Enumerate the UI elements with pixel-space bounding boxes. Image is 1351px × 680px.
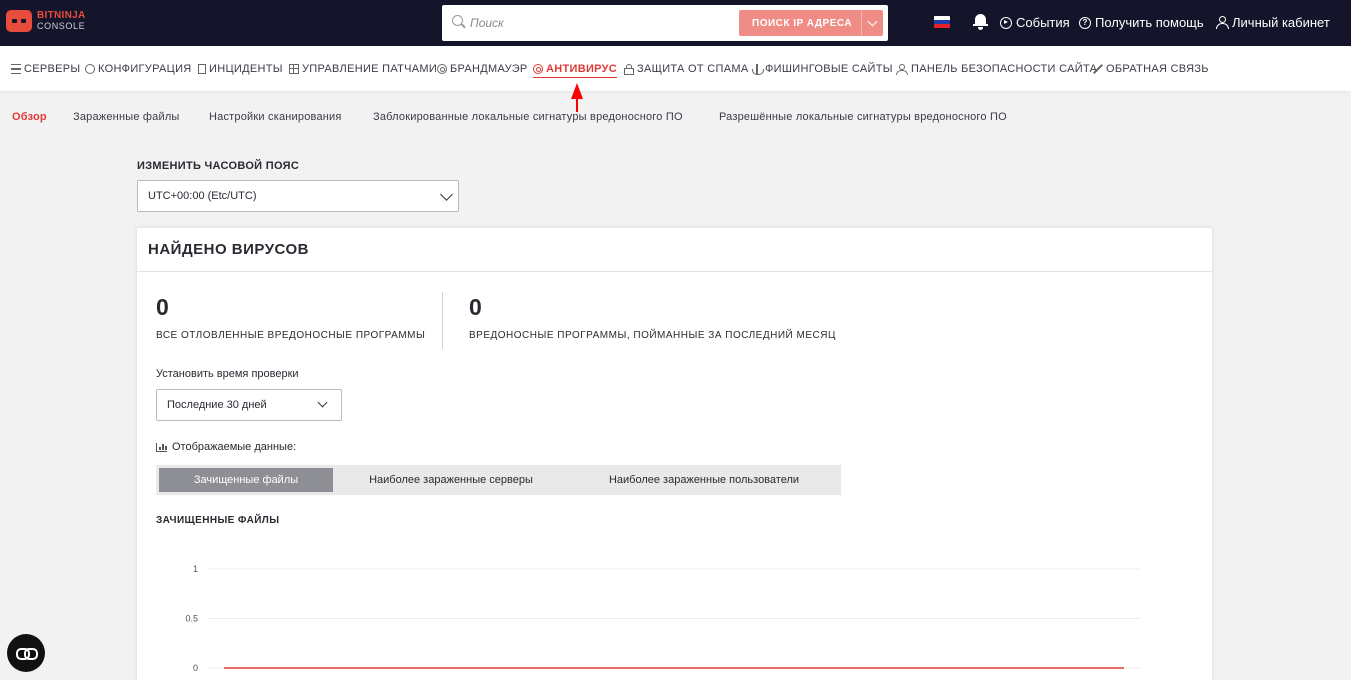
stat-value: 0 bbox=[469, 294, 482, 320]
red-arrow-annotation bbox=[571, 83, 583, 113]
chevron-down-icon bbox=[317, 397, 328, 408]
chart-title: ЗАЧИЩЕННЫЕ ФАЙЛЫ bbox=[156, 515, 280, 526]
subnav-blocked-signatures[interactable]: Заблокированные локальные сигнатуры вред… bbox=[373, 111, 683, 123]
period-value: Последние 30 дней bbox=[167, 399, 267, 411]
subnav-allowed-signatures[interactable]: Разрешённые локальные сигнатуры вредонос… bbox=[719, 111, 1007, 123]
search-icon bbox=[452, 15, 463, 26]
stat-label: ВРЕДОНОСНЫЕ ПРОГРАММЫ, ПОЙМАННЫЕ ЗА ПОСЛ… bbox=[469, 330, 836, 341]
logo-subtitle: CONSOLE bbox=[37, 21, 86, 31]
virus-icon bbox=[533, 64, 543, 74]
top-bar: BITNINJA CONSOLE ПОИСК IP АДРЕСА События… bbox=[0, 0, 1351, 46]
stat-all-malware: 0 ВСЕ ОТЛОВЛЕННЫЕ ВРЕДОНОСНЫЕ ПРОГРАММЫ bbox=[156, 294, 425, 341]
stat-last-month-malware: 0 ВРЕДОНОСНЫЕ ПРОГРАММЫ, ПОЙМАННЫЕ ЗА ПО… bbox=[469, 294, 836, 341]
question-icon: ? bbox=[1079, 16, 1091, 29]
tab-cleaned-files[interactable]: Зачищенные файлы bbox=[159, 468, 333, 492]
events-link[interactable]: События bbox=[1000, 15, 1070, 30]
search-box: ПОИСК IP АДРЕСА bbox=[442, 5, 888, 41]
firewall-icon bbox=[437, 64, 447, 74]
cleaned-files-chart: 10.5002030405060708091011121314151617181… bbox=[185, 564, 1140, 680]
chevron-down-icon bbox=[440, 188, 453, 201]
stat-label: ВСЕ ОТЛОВЛЕННЫЕ ВРЕДОНОСНЫЕ ПРОГРАММЫ bbox=[156, 330, 426, 341]
tab-most-infected-users[interactable]: Наиболее зараженные пользователи bbox=[569, 468, 839, 492]
main-navigation: СЕРВЕРЫ КОНФИГУРАЦИЯ ИНЦИДЕНТЫ УПРАВЛЕНИ… bbox=[0, 46, 1351, 91]
gear-icon bbox=[85, 64, 95, 74]
pencil-icon bbox=[1093, 64, 1103, 74]
nav-firewall[interactable]: БРАНДМАУЭР bbox=[437, 63, 528, 75]
timezone-select[interactable]: UTC+00:00 (Etc/UTC) bbox=[137, 180, 459, 212]
viruses-found-card: НАЙДЕНО ВИРУСОВ 0 ВСЕ ОТЛОВЛЕННЫЕ ВРЕДОН… bbox=[137, 228, 1212, 680]
timezone-label: ИЗМЕНИТЬ ЧАСОВОЙ ПОЯС bbox=[137, 160, 300, 172]
nav-feedback[interactable]: ОБРАТНАЯ СВЯЗЬ bbox=[1093, 63, 1209, 75]
help-link[interactable]: ? Получить помощь bbox=[1079, 15, 1204, 30]
play-circle-icon bbox=[1000, 16, 1012, 29]
account-link[interactable]: Личный кабинет bbox=[1216, 15, 1330, 30]
bar-chart-icon bbox=[156, 442, 167, 452]
ip-search-button-label: ПОИСК IP АДРЕСА bbox=[752, 17, 853, 29]
nav-site-security-panel[interactable]: ПАНЕЛЬ БЕЗОПАСНОСТИ САЙТА bbox=[896, 63, 1097, 75]
nav-configuration[interactable]: КОНФИГУРАЦИЯ bbox=[85, 63, 192, 75]
servers-icon bbox=[11, 64, 21, 74]
subnav-overview[interactable]: Обзор bbox=[12, 111, 47, 123]
lock-icon bbox=[624, 63, 634, 75]
timezone-value: UTC+00:00 (Etc/UTC) bbox=[148, 190, 257, 202]
subnav-infected-files[interactable]: Зараженные файлы bbox=[73, 111, 180, 123]
y-tick-label: 1 bbox=[193, 564, 198, 574]
people-icon bbox=[896, 64, 908, 75]
subnav-scan-settings[interactable]: Настройки сканирования bbox=[209, 111, 342, 123]
nav-antivirus[interactable]: АНТИВИРУС bbox=[533, 63, 618, 78]
data-view-toggle: Зачищенные файлы Наиболее зараженные сер… bbox=[156, 465, 841, 495]
user-icon bbox=[1216, 16, 1229, 29]
nav-patch-management[interactable]: УПРАВЛЕНИЕ ПАТЧАМИ bbox=[289, 63, 437, 75]
stat-value: 0 bbox=[156, 294, 169, 320]
nav-spam-protection[interactable]: ЗАЩИТА ОТ СПАМА bbox=[624, 63, 748, 75]
ninja-logo-icon bbox=[6, 10, 32, 32]
shown-data-label: Отображаемые данные: bbox=[156, 441, 296, 453]
period-label: Установить время проверки bbox=[156, 368, 299, 380]
bell-icon[interactable] bbox=[973, 13, 988, 30]
y-tick-label: 0 bbox=[193, 663, 198, 673]
nav-servers[interactable]: СЕРВЕРЫ bbox=[11, 63, 80, 75]
divider bbox=[442, 292, 443, 349]
period-select[interactable]: Последние 30 дней bbox=[156, 389, 342, 421]
chevron-down-icon[interactable] bbox=[861, 10, 883, 36]
tab-most-infected-servers[interactable]: Наиболее зараженные серверы bbox=[336, 468, 566, 492]
grid-icon bbox=[289, 64, 299, 74]
document-icon bbox=[198, 64, 206, 74]
ip-search-button[interactable]: ПОИСК IP АДРЕСА bbox=[739, 10, 883, 36]
russian-flag-icon[interactable] bbox=[934, 16, 950, 28]
y-tick-label: 0.5 bbox=[185, 614, 198, 624]
chat-widget-button[interactable] bbox=[7, 634, 45, 672]
anchor-icon bbox=[752, 64, 764, 75]
bitninja-logo[interactable]: BITNINJA CONSOLE bbox=[6, 10, 86, 32]
logo-title: BITNINJA bbox=[37, 10, 86, 21]
nav-phishing-sites[interactable]: ФИШИНГОВЫЕ САЙТЫ bbox=[752, 63, 893, 75]
search-input[interactable] bbox=[470, 13, 730, 33]
nav-incidents[interactable]: ИНЦИДЕНТЫ bbox=[198, 63, 283, 75]
card-title: НАЙДЕНО ВИРУСОВ bbox=[137, 228, 1212, 272]
